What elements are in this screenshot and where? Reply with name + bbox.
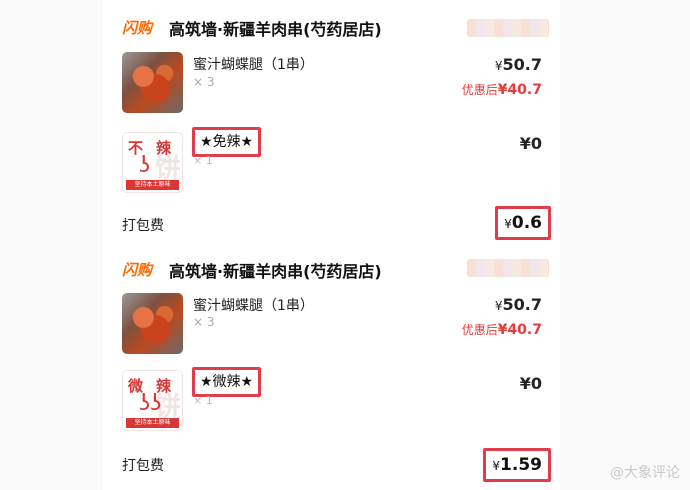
packaging-fee-highlight: ¥1.59 [483,448,551,482]
item-name: 蜜汁蝴蝶腿（1串） [193,298,314,314]
spice-option-highlight: ★免辣★ [192,127,262,157]
item-price: ¥50.7 [494,295,542,314]
discounted-price: 优惠后¥40.7 [461,322,542,338]
item-quantity: × 3 [193,315,215,329]
item-price: ¥50.7 [494,55,542,74]
packaging-fee-label: 打包费 [122,458,164,474]
shangou-brand-logo: 闪购 [122,19,153,37]
left-margin [0,0,103,490]
currency-symbol: ¥ [494,59,503,73]
shangou-brand-logo: 闪购 [122,261,153,279]
option-price: ¥0 [519,134,542,153]
blurred-order-info [467,19,549,37]
currency-symbol: ¥ [494,299,503,313]
chili-pepper-icon: ʖʖ [139,391,162,416]
spice-option-thumbnail[interactable]: 饼 微 辣 ʖʖ 坚持本土原味 [122,370,183,431]
blurred-order-info [467,259,549,277]
item-thumbnail[interactable] [122,293,183,354]
thumbnail-banner: 坚持本土原味 [126,418,179,428]
chili-pepper-icon: ʖ [139,153,151,178]
packaging-fee-label: 打包费 [122,218,164,234]
order-card-1: 闪购 高筑墙·新疆羊肉串(芍药居店) 蜜汁蝴蝶腿（1串） × 3 ¥50.7 优… [103,0,560,248]
item-name: 蜜汁蝴蝶腿（1串） [193,57,314,73]
spice-option-highlight: ★微辣★ [192,367,262,397]
item-thumbnail[interactable] [122,52,183,113]
option-quantity: × 1 [193,394,213,407]
option-quantity: × 1 [193,154,213,167]
store-name[interactable]: 高筑墙·新疆羊肉串(芍药居店) [169,258,382,282]
weibo-watermark: @大象评论 [610,465,680,481]
right-margin [560,0,690,490]
packaging-fee-highlight: ¥0.6 [495,206,551,240]
thumbnail-banner: 坚持本土原味 [126,180,179,190]
discounted-price: 优惠后¥40.7 [461,82,542,98]
spice-option-thumbnail[interactable]: 饼 不 辣 ʖ 坚持本土原味 [122,132,183,193]
order-card-2: 闪购 高筑墙·新疆羊肉串(芍药居店) 蜜汁蝴蝶腿（1串） × 3 ¥50.7 优… [103,248,560,490]
option-price: ¥0 [519,374,542,393]
item-quantity: × 3 [193,75,215,89]
store-name[interactable]: 高筑墙·新疆羊肉串(芍药居店) [169,16,382,40]
